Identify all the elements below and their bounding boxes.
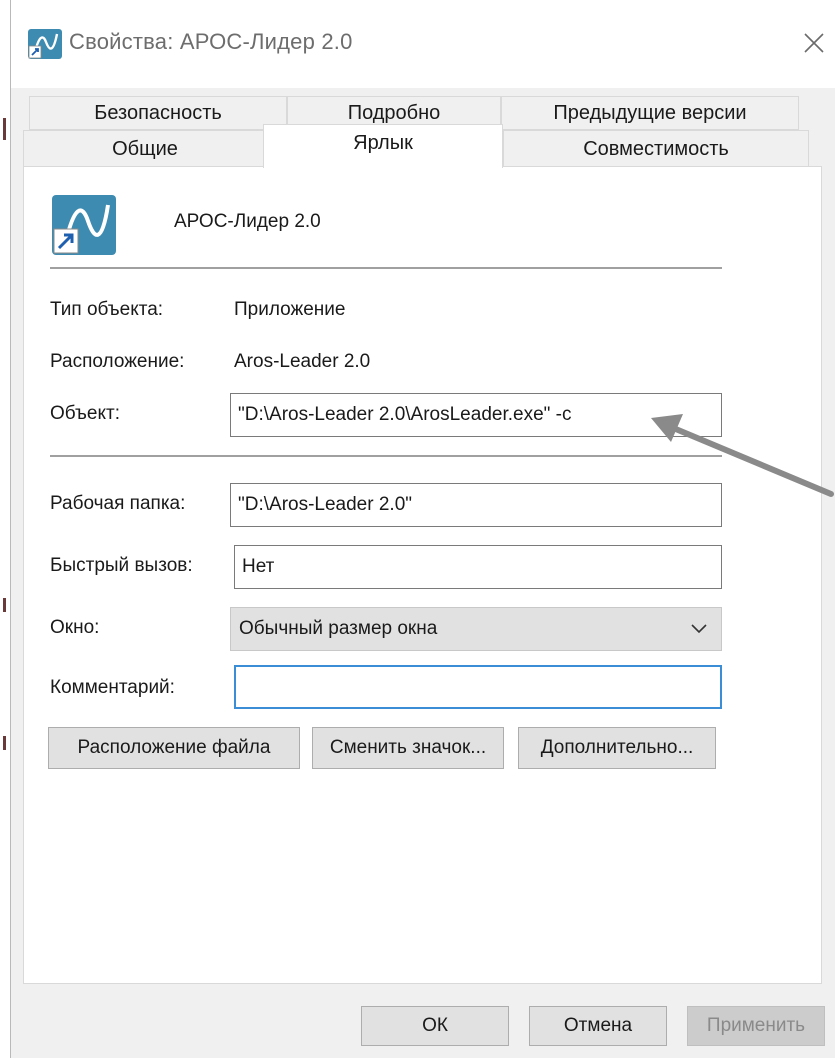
run-select-value: Обычный размер окна <box>239 618 438 639</box>
run-label: Окно: <box>50 617 100 638</box>
apply-button[interactable]: Применить <box>687 1006 825 1046</box>
close-icon <box>804 33 824 53</box>
type-value: Приложение <box>234 299 346 320</box>
window-title: Свойства: АРОС-Лидер 2.0 <box>69 29 353 54</box>
properties-dialog: Свойства: АРОС-Лидер 2.0 Безопасность По… <box>10 0 835 1058</box>
tab-security[interactable]: Безопасность <box>29 96 287 130</box>
background-mark <box>3 736 6 750</box>
target-label: Объект: <box>50 403 120 424</box>
comment-input[interactable] <box>234 665 722 709</box>
run-select[interactable]: Обычный размер окна <box>230 607 722 651</box>
workdir-label: Рабочая папка: <box>50 493 186 514</box>
change-icon-button[interactable]: Сменить значок... <box>312 727 504 769</box>
location-label: Расположение: <box>50 351 185 372</box>
chevron-down-icon <box>691 624 707 634</box>
advanced-button[interactable]: Дополнительно... <box>518 727 716 769</box>
tab-compatibility[interactable]: Совместимость <box>503 130 809 166</box>
type-label: Тип объекта: <box>50 299 164 320</box>
open-file-location-button[interactable]: Расположение файла <box>48 727 300 769</box>
app-icon <box>28 29 62 59</box>
comment-label: Комментарий: <box>50 677 175 698</box>
location-value: Aros-Leader 2.0 <box>234 351 371 372</box>
annotation-arrow <box>651 414 834 497</box>
hotkey-input[interactable]: Нет <box>234 545 722 589</box>
app-icon <box>52 195 116 255</box>
close-button[interactable] <box>797 26 831 60</box>
hotkey-label: Быстрый вызов: <box>50 555 193 576</box>
background-mark <box>3 598 6 612</box>
tab-shortcut[interactable]: Ярлык <box>263 124 503 168</box>
ok-button[interactable]: ОК <box>361 1006 509 1046</box>
background-mark <box>3 118 6 140</box>
tab-general[interactable]: Общие <box>23 130 267 166</box>
shortcut-name: АРОС-Лидер 2.0 <box>174 211 321 232</box>
cancel-button[interactable]: Отмена <box>529 1006 667 1046</box>
tab-previous-versions[interactable]: Предыдущие версии <box>501 96 799 130</box>
shortcut-tab-panel: АРОС-Лидер 2.0 Тип объекта: Приложение Р… <box>23 166 822 984</box>
separator <box>50 455 722 457</box>
separator <box>50 267 722 269</box>
background-window-strip <box>0 0 10 1058</box>
title-bar: Свойства: АРОС-Лидер 2.0 <box>11 0 835 88</box>
